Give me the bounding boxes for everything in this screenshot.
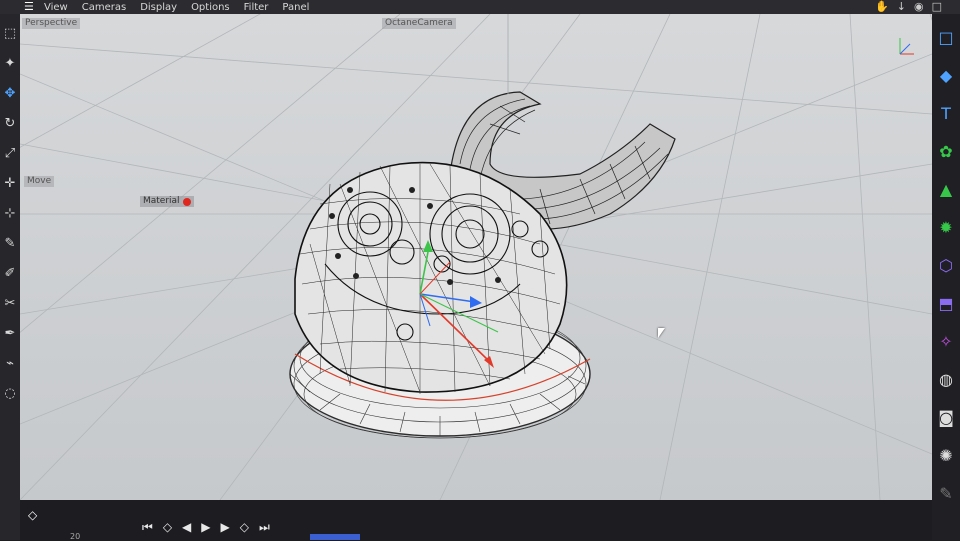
mouse-cursor-icon <box>658 328 665 338</box>
hamburger-icon[interactable]: ☰ <box>24 1 36 13</box>
material-dot-icon <box>182 197 191 206</box>
right-toolbar: □ ◆ T ✿ ▲ ✹ ⬡ ⬒ ✧ ◍ ◙ ✺ ✎ <box>932 14 960 540</box>
move-icon[interactable]: ✥ <box>0 82 20 104</box>
deformer-icon[interactable]: ⬡ <box>932 250 960 280</box>
go-start-icon[interactable]: ⏮ <box>142 520 153 535</box>
3d-viewport[interactable]: Perspective OctaneCamera Move Material <box>20 14 932 500</box>
menu-cameras[interactable]: Cameras <box>82 2 126 13</box>
keyframe-icon[interactable]: ◇ <box>28 508 42 522</box>
material-label: Material <box>143 196 180 206</box>
rotate-icon[interactable]: ↻ <box>0 112 20 134</box>
knife-icon[interactable]: ✂ <box>0 292 20 314</box>
cube-icon[interactable]: ◆ <box>932 60 960 90</box>
step-forward-icon[interactable]: ▶ <box>221 520 230 535</box>
maximize-icon[interactable]: □ <box>932 0 942 13</box>
timeline-active-range[interactable] <box>310 534 360 540</box>
viewport-scene <box>20 14 932 500</box>
eraser-icon[interactable]: ◌ <box>0 382 20 404</box>
menu-options[interactable]: Options <box>191 2 230 13</box>
transform-icon[interactable]: ✛ <box>0 172 20 194</box>
step-back-icon[interactable]: ◀ <box>182 520 191 535</box>
live-select-icon[interactable]: ✦ <box>0 52 20 74</box>
playback-controls: ⏮ ◇ ◀ ▶ ▶ ◇ ⏭ <box>142 520 270 535</box>
play-icon[interactable]: ▶ <box>201 520 210 535</box>
menu-filter[interactable]: Filter <box>244 2 269 13</box>
view-square-icon[interactable]: □ <box>932 22 960 52</box>
next-key-icon[interactable]: ◇ <box>240 520 249 535</box>
zoom-arrow-icon[interactable]: ↓ <box>897 0 906 13</box>
move-label: Move <box>24 176 55 187</box>
menu-items: View Cameras Display Options Filter Pane… <box>44 2 309 13</box>
material-tag[interactable]: Material <box>140 196 194 207</box>
text-icon[interactable]: T <box>932 98 960 128</box>
select-icon[interactable]: ⬚ <box>0 22 20 44</box>
timeline: ◇ 20 ⏮ ◇ ◀ ▶ ▶ ◇ ⏭ <box>20 500 932 541</box>
edit-icon[interactable]: ✎ <box>932 478 960 508</box>
left-toolbar: ⬚ ✦ ✥ ↻ ⤢ ✛ ⊹ ✎ ✐ ✂ ✒ ⌁ ◌ <box>0 14 20 540</box>
perspective-label[interactable]: Perspective <box>22 18 81 29</box>
spline-pen-icon[interactable]: ✒ <box>0 322 20 344</box>
generator-icon[interactable]: ⬒ <box>932 288 960 318</box>
pen-icon[interactable]: ✎ <box>0 232 20 254</box>
camera-label[interactable]: OctaneCamera <box>382 18 456 29</box>
go-end-icon[interactable]: ⏭ <box>259 520 270 535</box>
globe-st-icon[interactable]: ◍ <box>932 364 960 394</box>
field-icon[interactable]: ✧ <box>932 326 960 356</box>
viewport-nav-icons: ✋ ↓ ◉ □ <box>875 0 942 13</box>
camera-st-icon[interactable]: ◙ <box>932 402 960 432</box>
menu-display[interactable]: Display <box>140 2 177 13</box>
menu-panel[interactable]: Panel <box>282 2 309 13</box>
axis-icon[interactable]: ⊹ <box>0 202 20 224</box>
scale-icon[interactable]: ⤢ <box>0 142 20 164</box>
effector-icon[interactable]: ▲ <box>932 174 960 204</box>
pan-hand-icon[interactable]: ✋ <box>875 0 889 13</box>
gear-icon[interactable]: ✹ <box>932 212 960 242</box>
brush-icon[interactable]: ✐ <box>0 262 20 284</box>
paint-icon[interactable]: ⌁ <box>0 352 20 374</box>
prev-key-icon[interactable]: ◇ <box>163 520 172 535</box>
menu-bar: ☰ View Cameras Display Options Filter Pa… <box>0 0 960 14</box>
light-st-icon[interactable]: ✺ <box>932 440 960 470</box>
orbit-icon[interactable]: ◉ <box>914 0 924 13</box>
menu-view[interactable]: View <box>44 2 68 13</box>
cloner-icon[interactable]: ✿ <box>932 136 960 166</box>
